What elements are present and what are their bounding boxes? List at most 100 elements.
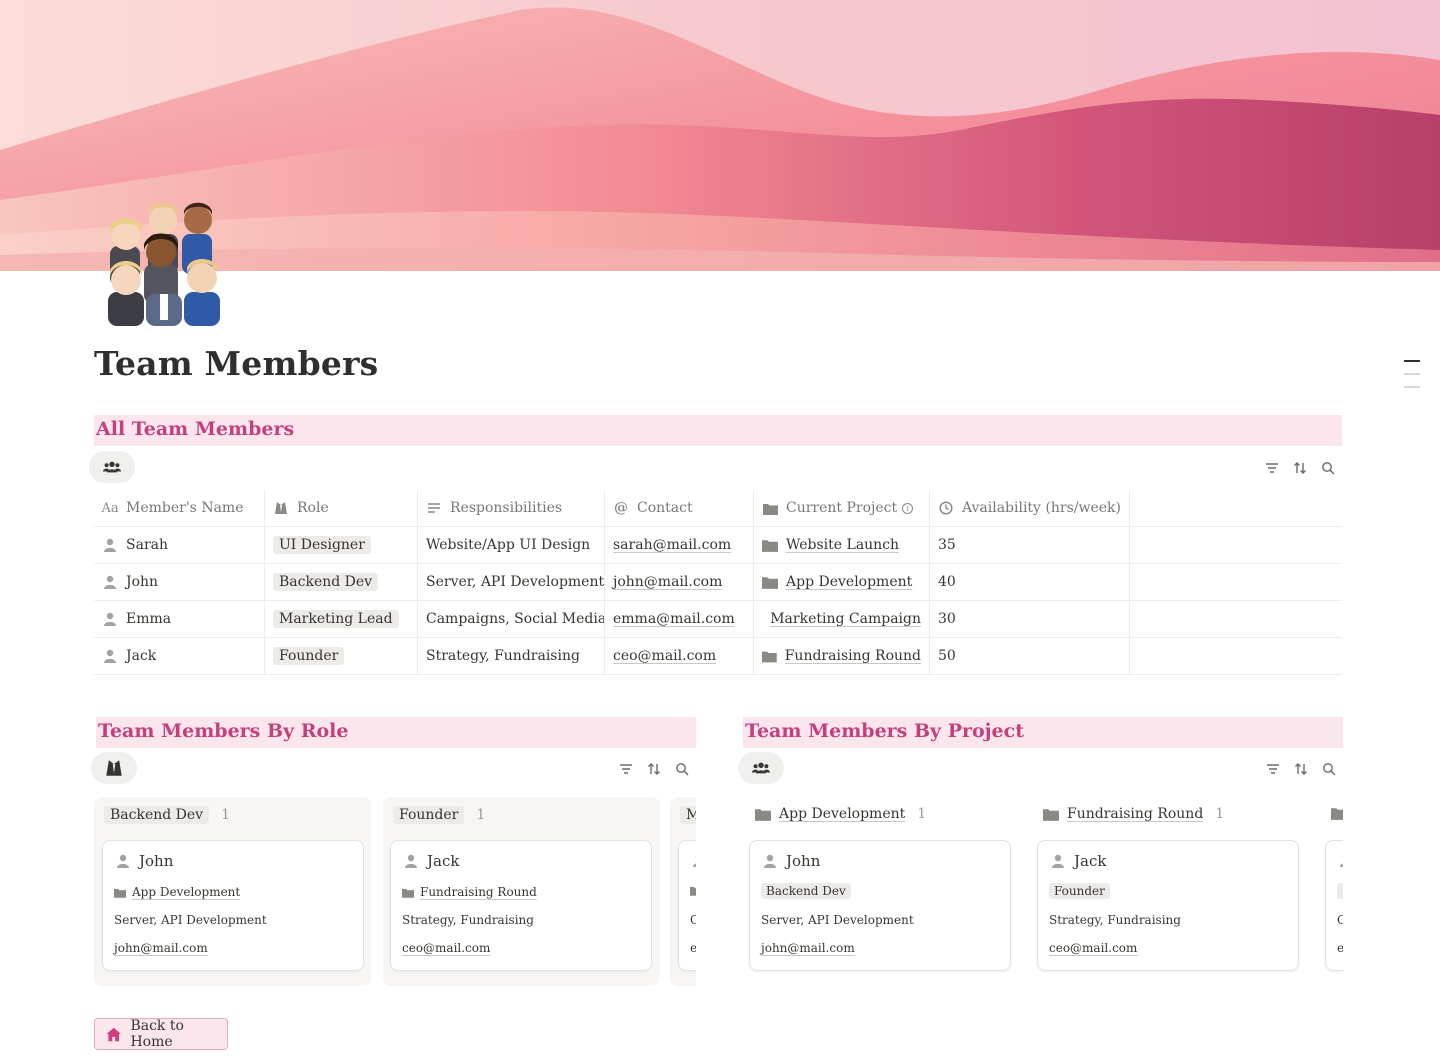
member-card[interactable]: John App Development Server, API Develop… (102, 840, 364, 971)
sort-icon[interactable] (1293, 761, 1309, 777)
cell-contact[interactable]: sarah@mail.com (605, 527, 754, 563)
board-column-header[interactable]: Fundraising Round 1 (1043, 806, 1224, 822)
cell-responsibilities[interactable]: Strategy, Fundraising (418, 638, 605, 674)
column-header-current-project[interactable]: Current Project i (754, 490, 930, 526)
board-column: Fundraising Round 1 Jack Founder Strateg… (1029, 797, 1306, 986)
column-header-responsibilities[interactable]: Responsibilities (418, 490, 605, 526)
cell-role[interactable]: Marketing Lead (265, 601, 418, 637)
back-to-home-label: Back to Home (130, 1018, 184, 1050)
cell-project[interactable]: App Development (754, 564, 930, 600)
view-tab-board-project[interactable] (738, 752, 784, 784)
person-icon (1052, 854, 1064, 868)
cell-contact[interactable]: emma@mail.com (605, 601, 754, 637)
cell-project[interactable]: Marketing Campaign (754, 601, 930, 637)
cell-role[interactable]: Backend Dev (265, 564, 418, 600)
email-link[interactable]: john@mail.com (761, 941, 855, 955)
column-header-role[interactable]: Role (265, 490, 418, 526)
cell-role[interactable]: UI Designer (265, 527, 418, 563)
person-icon (1340, 855, 1343, 867)
column-header-name[interactable]: Aa Member's Name (94, 490, 265, 526)
card-responsibilities: Strategy, Fundraising (402, 913, 534, 927)
column-header-contact[interactable]: @ Contact (605, 490, 754, 526)
cell-name[interactable]: Emma (94, 601, 265, 637)
email-link[interactable]: ceo@mail.com (402, 941, 490, 955)
view-tab-board-role[interactable] (91, 752, 137, 784)
cell-availability[interactable]: 40 (930, 564, 1130, 600)
project-link[interactable]: Marketing Campaign (770, 611, 921, 627)
card-role: Founder (1049, 883, 1110, 899)
sort-icon[interactable] (1292, 460, 1308, 476)
cell-responsibilities[interactable]: Website/App UI Design (418, 527, 605, 563)
cell-name[interactable]: Sarah (94, 527, 265, 563)
section-heading-by-project: Team Members By Project (743, 717, 1343, 748)
group-label: Fundraising Round (1067, 806, 1204, 822)
search-icon[interactable] (1321, 761, 1337, 777)
project-link[interactable]: App Development (786, 574, 912, 590)
cell-contact[interactable]: ceo@mail.com (605, 638, 754, 674)
filter-icon[interactable] (618, 761, 634, 777)
card-responsibilities: Strategy, Fundraising (1049, 913, 1181, 927)
project-link[interactable]: App Development (132, 885, 240, 899)
board-column-header[interactable]: Backend Dev 1 (104, 806, 230, 824)
email-link[interactable]: ceo@mail.com (613, 648, 716, 664)
cell-project[interactable]: Fundraising Round (754, 638, 930, 674)
email-link[interactable]: john@mail.com (613, 574, 722, 590)
table-row[interactable]: John Backend Dev Server, API Development… (94, 564, 1342, 601)
cell-responsibilities[interactable]: Server, API Development (418, 564, 605, 600)
family-group-emoji-icon[interactable] (104, 196, 228, 326)
column-header-availability[interactable]: Availability (hrs/week) (930, 490, 1130, 526)
email-link[interactable]: sarah@mail.com (613, 537, 731, 553)
card-contact: john@mail.com (761, 941, 855, 955)
email-link[interactable]: john@mail.com (114, 941, 208, 955)
sort-icon[interactable] (646, 761, 662, 777)
search-icon[interactable] (674, 761, 690, 777)
cell-project[interactable]: Website Launch (754, 527, 930, 563)
cell-name[interactable]: John (94, 564, 265, 600)
search-icon[interactable] (1320, 460, 1336, 476)
toc-item[interactable] (1404, 373, 1420, 375)
folder-icon (1331, 808, 1343, 820)
board-column-header[interactable] (1331, 806, 1343, 820)
toc-item[interactable] (1404, 386, 1420, 388)
cell-responsibilities[interactable]: Campaigns, Social Media (418, 601, 605, 637)
member-card[interactable]: Jack Fundraising Round Strategy, Fundrai… (390, 840, 652, 971)
member-card[interactable]: Jack Founder Strategy, Fundraising ceo@m… (1037, 840, 1299, 971)
member-card[interactable]: C e (678, 840, 696, 971)
people-icon (103, 461, 121, 473)
toc-item[interactable] (1404, 360, 1420, 362)
board-column-header[interactable]: Founder 1 (393, 806, 485, 824)
folder-icon (762, 577, 778, 589)
cell-availability[interactable]: 30 (930, 601, 1130, 637)
cell-availability[interactable]: 50 (930, 638, 1130, 674)
view-tab-table[interactable] (89, 451, 135, 483)
board-column-header[interactable]: App Development 1 (755, 806, 926, 822)
board-column-header[interactable]: M (680, 806, 696, 824)
member-card[interactable]: C e (1325, 840, 1343, 971)
table-of-contents[interactable] (1404, 360, 1420, 399)
filter-icon[interactable] (1264, 460, 1280, 476)
email-link[interactable]: ceo@mail.com (1049, 941, 1137, 955)
filter-icon[interactable] (1265, 761, 1281, 777)
table-row[interactable]: Jack Founder Strategy, Fundraising ceo@m… (94, 638, 1342, 675)
cell-empty (1130, 564, 1342, 600)
cell-contact[interactable]: john@mail.com (605, 564, 754, 600)
card-responsibilities: C (1337, 913, 1343, 927)
members-table: Aa Member's Name Role Responsibilities @… (94, 490, 1342, 675)
info-icon[interactable]: i (902, 502, 914, 514)
card-role (1337, 883, 1343, 899)
back-to-home-button[interactable]: Back to Home (94, 1018, 228, 1050)
card-title (691, 852, 696, 868)
folder-icon (762, 651, 777, 663)
cell-role[interactable]: Founder (265, 638, 418, 674)
table-row[interactable]: Emma Marketing Lead Campaigns, Social Me… (94, 601, 1342, 638)
project-link[interactable]: Website Launch (786, 537, 899, 553)
project-link[interactable]: Fundraising Round (420, 885, 537, 899)
table-row[interactable]: Sarah UI Designer Website/App UI Design … (94, 527, 1342, 564)
email-link[interactable]: emma@mail.com (613, 611, 735, 627)
project-link[interactable]: Fundraising Round (785, 648, 921, 664)
cell-name[interactable]: Jack (94, 638, 265, 674)
person-icon (405, 854, 417, 868)
member-card[interactable]: John Backend Dev Server, API Development… (749, 840, 1011, 971)
cell-availability[interactable]: 35 (930, 527, 1130, 563)
suit-icon (106, 760, 122, 776)
